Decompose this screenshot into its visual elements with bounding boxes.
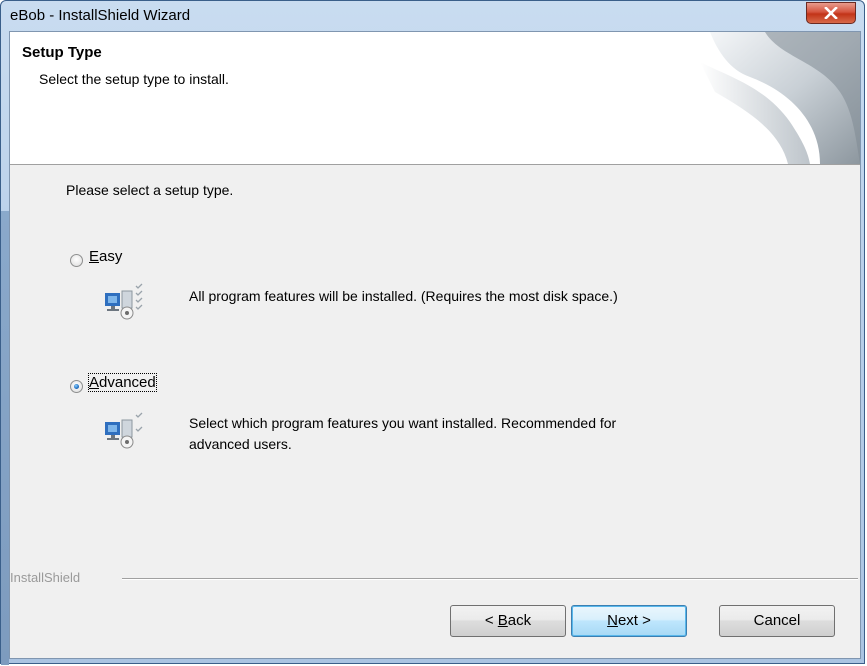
window-left-edge bbox=[1, 211, 9, 665]
advanced-label-mnemonic: A bbox=[89, 374, 100, 391]
header-curl-graphic bbox=[700, 32, 860, 164]
easy-label[interactable]: Easy bbox=[89, 248, 122, 265]
advanced-label[interactable]: Advanced bbox=[88, 373, 157, 392]
wizard-header: Setup Type Select the setup type to inst… bbox=[10, 32, 860, 165]
next-button-text: ext > bbox=[617, 612, 651, 629]
easy-description: All program features will be installed. … bbox=[189, 288, 618, 304]
title-bar[interactable]: eBob - InstallShield Wizard bbox=[1, 1, 864, 31]
dialog-client-area: Setup Type Select the setup type to inst… bbox=[9, 31, 861, 659]
page-subtitle: Select the setup type to install. bbox=[39, 71, 229, 87]
back-button-prefix: < bbox=[484, 612, 498, 629]
next-button[interactable]: Next > bbox=[571, 605, 687, 637]
installshield-brand: InstallShield bbox=[10, 570, 81, 585]
back-button-text: ack bbox=[507, 612, 532, 629]
setup-advanced-icon bbox=[105, 412, 143, 449]
cancel-button[interactable]: Cancel bbox=[719, 605, 835, 637]
installer-window: eBob - InstallShield Wizard Setup Type S… bbox=[0, 0, 865, 665]
advanced-label-text: dvanced bbox=[99, 374, 156, 391]
back-button-mnemonic: B bbox=[497, 612, 508, 629]
setup-prompt: Please select a setup type. bbox=[66, 182, 234, 198]
close-button[interactable] bbox=[806, 2, 856, 24]
close-icon bbox=[824, 7, 838, 19]
easy-label-mnemonic: E bbox=[89, 248, 100, 265]
advanced-radio[interactable] bbox=[70, 380, 83, 393]
next-button-mnemonic: N bbox=[607, 612, 618, 629]
advanced-description-line2: advanced users. bbox=[189, 436, 292, 452]
window-title: eBob - InstallShield Wizard bbox=[10, 7, 191, 24]
back-button[interactable]: < Back bbox=[450, 605, 566, 637]
easy-radio[interactable] bbox=[70, 254, 83, 267]
easy-label-text: asy bbox=[99, 248, 123, 265]
footer-divider bbox=[122, 578, 858, 579]
advanced-description-line1: Select which program features you want i… bbox=[189, 415, 617, 431]
page-title: Setup Type bbox=[22, 44, 102, 61]
setup-easy-icon bbox=[105, 283, 143, 320]
